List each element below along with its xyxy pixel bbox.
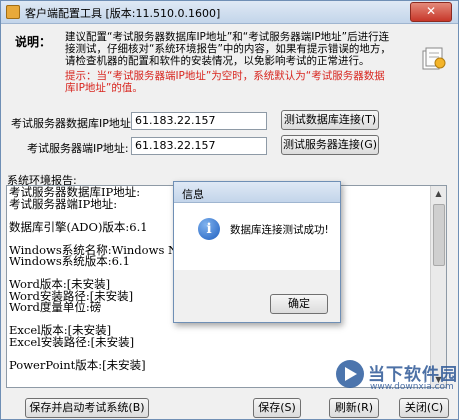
app-icon (6, 5, 20, 19)
config-tool-icon (422, 47, 446, 70)
config-window: 客户端配置工具 [版本:11.510.0.1600] ✕ 说明： 建议配置“考试… (0, 0, 459, 420)
info-dialog: 信息 i 数据库连接测试成功! 确定 (173, 181, 341, 323)
watermark: 当下软件园 www.downxia.com (336, 356, 457, 416)
test-server-button[interactable]: 测试服务器连接(G) (281, 135, 379, 155)
window-close-button[interactable]: ✕ (410, 2, 452, 22)
db-ip-label: 考试服务器数据库IP地址: (11, 117, 135, 130)
dialog-ok-button[interactable]: 确定 (270, 294, 328, 314)
save-and-start-button[interactable]: 保存并启动考试系统(B) (25, 398, 149, 418)
dialog-body: i 数据库连接测试成功! (174, 203, 340, 270)
window-title: 客户端配置工具 [版本:11.510.0.1600] (25, 7, 221, 20)
save-button[interactable]: 保存(S) (253, 398, 301, 418)
watermark-url: www.downxia.com (370, 382, 454, 392)
info-icon: i (198, 218, 220, 240)
db-ip-input[interactable]: 61.183.22.157 (131, 112, 267, 130)
report-line: Excel安装路径:[未安装] (9, 334, 135, 349)
watermark-logo-icon (336, 360, 364, 388)
info-text: 建议配置“考试服务器数据库IP地址”和“考试服务器端IP地址”后进行连接测试，仔… (65, 31, 391, 67)
info-heading: 说明： (15, 35, 52, 49)
server-ip-label: 考试服务器端IP地址: (27, 142, 129, 155)
report-line: 数据库引擎(ADO)版本:6.1 (9, 219, 148, 234)
scroll-up-icon[interactable]: ▲ (431, 186, 446, 201)
report-line: Windows系统版本:6.1 (9, 254, 130, 268)
dialog-message: 数据库连接测试成功! (230, 224, 329, 236)
dialog-title-bar[interactable]: 信息 (174, 182, 340, 203)
scroll-thumb[interactable] (433, 204, 445, 266)
test-db-button[interactable]: 测试数据库连接(T) (281, 110, 379, 130)
hint-text: 提示：当“考试服务器端IP地址”为空时，系统默认为“考试服务器数据库IP地址”的… (65, 70, 385, 94)
report-text: 考试服务器数据库IP地址: 考试服务器端IP地址: 数据库引擎(ADO)版本:6.… (9, 186, 186, 372)
dialog-title: 信息 (182, 188, 204, 201)
report-line: PowerPoint版本:[未安装] (9, 357, 146, 372)
title-bar[interactable]: 客户端配置工具 [版本:11.510.0.1600] ✕ (1, 1, 458, 24)
report-line: 考试服务器端IP地址: (9, 196, 118, 211)
report-line: Word度量单位:磅 (9, 300, 102, 314)
server-ip-input[interactable]: 61.183.22.157 (131, 137, 267, 155)
